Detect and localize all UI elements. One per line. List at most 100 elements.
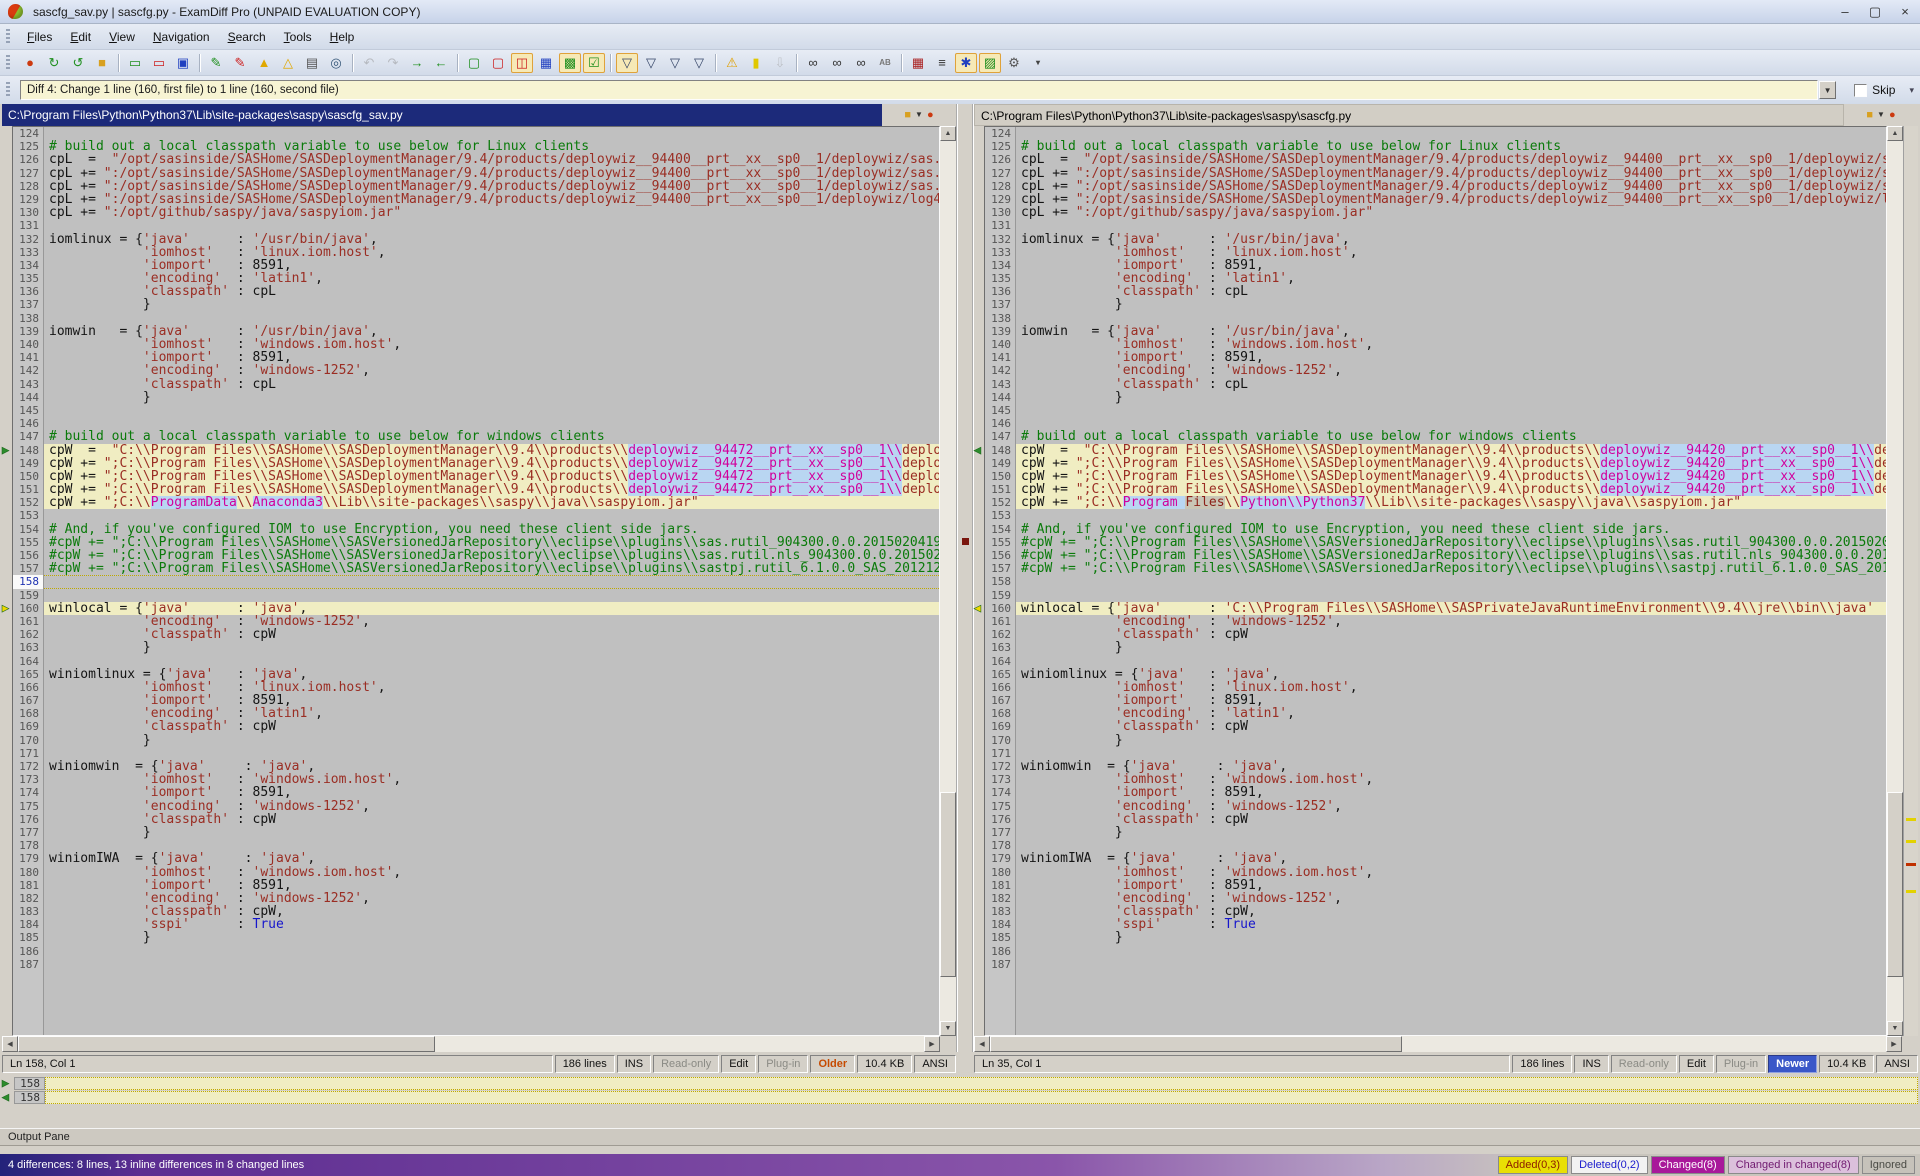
next-bookmark-icon[interactable]: △ <box>277 53 299 73</box>
code-text[interactable]: 'classpath' : cpW <box>44 813 939 826</box>
code-text[interactable]: 'classpath' : cpW, <box>44 905 939 918</box>
filter-changed-icon[interactable]: ▽ <box>688 53 710 73</box>
menu-search[interactable]: Search <box>219 26 275 48</box>
code-text[interactable]: 'iomhost' : 'windows.iom.host', <box>44 338 939 351</box>
scroll-down-icon[interactable]: ▼ <box>1887 1021 1903 1036</box>
code-text[interactable]: 'classpath' : cpW <box>44 720 939 733</box>
code-text[interactable]: # And, if you've configured IOM to use E… <box>44 523 939 536</box>
diff-map-tick[interactable] <box>1906 863 1916 866</box>
layout-second-icon[interactable]: ▢ <box>487 53 509 73</box>
code-text[interactable]: #cpW += ";C:\\Program Files\\SASHome\\SA… <box>44 536 939 549</box>
code-text[interactable]: 'encoding' : 'latin1', <box>1016 272 1886 285</box>
print-icon[interactable]: ▤ <box>301 53 323 73</box>
layout-first-icon[interactable]: ▢ <box>463 53 485 73</box>
code-text[interactable]: 'iomhost' : 'windows.iom.host', <box>1016 866 1886 879</box>
code-text[interactable] <box>1016 404 1886 417</box>
scroll-left-icon[interactable]: ◀ <box>2 1036 18 1052</box>
copy-block-right-icon[interactable]: → <box>406 53 428 73</box>
code-text[interactable]: 'iomport' : 8591, <box>44 694 939 707</box>
open-icon[interactable]: ■ <box>91 53 113 73</box>
code-text[interactable]: 'classpath' : cpL <box>44 285 939 298</box>
warning-icon[interactable]: ⚠ <box>721 53 743 73</box>
code-text[interactable]: 'iomport' : 8591, <box>44 259 939 272</box>
code-text[interactable]: 'encoding' : 'latin1', <box>44 707 939 720</box>
code-text[interactable] <box>44 417 939 430</box>
code-text[interactable] <box>1016 839 1886 852</box>
code-text[interactable]: 'classpath' : cpL <box>1016 285 1886 298</box>
code-text[interactable]: 'classpath' : cpL <box>44 378 939 391</box>
diff-map-tick[interactable] <box>1906 840 1916 843</box>
maximize-button[interactable]: ▢ <box>1860 0 1890 23</box>
code-text[interactable]: } <box>44 298 939 311</box>
code-text[interactable] <box>1016 509 1886 522</box>
code-text[interactable] <box>1016 589 1886 602</box>
undo-icon[interactable]: ↶ <box>358 53 380 73</box>
code-text[interactable]: } <box>1016 298 1886 311</box>
code-text[interactable] <box>44 404 939 417</box>
code-text[interactable]: 'encoding' : 'latin1', <box>44 272 939 285</box>
code-text[interactable]: #cpW += ";C:\\Program Files\\SASHome\\SA… <box>1016 536 1886 549</box>
filter-deleted-icon[interactable]: ▽ <box>664 53 686 73</box>
folder-icon[interactable]: ■ <box>904 110 911 121</box>
code-text[interactable]: 'iomhost' : 'windows.iom.host', <box>1016 338 1886 351</box>
code-text[interactable]: winlocal = {'java' : 'java', <box>44 602 939 615</box>
code-text[interactable]: #cpW += ";C:\\Program Files\\SASHome\\SA… <box>44 562 939 575</box>
options-icon[interactable]: ✱ <box>955 53 977 73</box>
find-binoculars-icon[interactable]: ∞ <box>802 53 824 73</box>
code-text[interactable]: 'classpath' : cpW <box>1016 813 1886 826</box>
code-text[interactable]: 'iomhost' : 'windows.iom.host', <box>1016 773 1886 786</box>
code-text[interactable]: 'iomport' : 8591, <box>44 351 939 364</box>
code-text[interactable] <box>44 219 939 232</box>
diff-overview-map[interactable] <box>1903 126 1918 1036</box>
code-text[interactable] <box>1016 127 1886 140</box>
code-text[interactable]: iomwin = {'java' : '/usr/bin/java', <box>44 325 939 338</box>
header-dropdown-icon[interactable]: ▼ <box>915 111 923 119</box>
code-text[interactable] <box>44 589 939 602</box>
code-text[interactable]: # build out a local classpath variable t… <box>1016 140 1886 153</box>
code-text[interactable]: winiomlinux = {'java' : 'java', <box>1016 668 1886 681</box>
code-text[interactable]: winiomwin = {'java' : 'java', <box>1016 760 1886 773</box>
code-text[interactable]: cpW = "C:\\Program Files\\SASHome\\SASDe… <box>44 444 939 457</box>
code-text[interactable]: cpW += ";C:\\Program Files\\SASHome\\SAS… <box>1016 457 1886 470</box>
diff-marker-icon[interactable]: ◀ <box>974 444 984 457</box>
code-text[interactable] <box>44 839 939 852</box>
toolbar-gripper[interactable] <box>6 82 10 98</box>
code-text[interactable]: 'classpath' : cpW <box>44 628 939 641</box>
code-text[interactable]: 'classpath' : cpW <box>1016 720 1886 733</box>
code-text[interactable]: 'iomport' : 8591, <box>44 786 939 799</box>
code-text[interactable]: iomlinux = {'java' : '/usr/bin/java', <box>1016 233 1886 246</box>
code-text[interactable]: cpL += ":/opt/sasinside/SASHome/SASDeplo… <box>1016 193 1886 206</box>
menu-view[interactable]: View <box>100 26 144 48</box>
code-text[interactable]: # build out a local classpath variable t… <box>44 140 939 153</box>
code-text[interactable]: winlocal = {'java' : 'C:\\Program Files\… <box>1016 602 1886 615</box>
grid-view-icon[interactable]: ▦ <box>535 53 557 73</box>
diff-map-tick[interactable] <box>1906 818 1916 821</box>
highlight-icon[interactable]: ▮ <box>745 53 767 73</box>
code-text[interactable]: 'classpath' : cpW, <box>1016 905 1886 918</box>
code-text[interactable]: } <box>44 641 939 654</box>
second-file-editor[interactable]: 124125# build out a local classpath vari… <box>984 126 1887 1036</box>
line-details-icon[interactable]: ≡ <box>931 53 953 73</box>
code-text[interactable]: 'iomport' : 8591, <box>1016 786 1886 799</box>
code-text[interactable] <box>44 575 939 588</box>
code-text[interactable]: cpL += ":/opt/sasinside/SASHome/SASDeplo… <box>1016 167 1886 180</box>
edit-second-icon[interactable]: ✎ <box>229 53 251 73</box>
code-text[interactable]: cpL += ":/opt/github/saspy/java/saspyiom… <box>44 206 939 219</box>
diff-marker-icon[interactable]: ▶ <box>2 444 12 457</box>
filter-all-icon[interactable]: ▽ <box>616 53 638 73</box>
toolbar-gripper[interactable] <box>6 29 10 45</box>
code-text[interactable]: 'iomhost' : 'windows.iom.host', <box>44 773 939 786</box>
menu-edit[interactable]: Edit <box>61 26 100 48</box>
code-text[interactable]: 'iomhost' : 'windows.iom.host', <box>44 866 939 879</box>
code-text[interactable]: 'iomport' : 8591, <box>44 879 939 892</box>
current-diff-marker-icon[interactable]: ◀ <box>974 602 984 615</box>
find-icon[interactable]: ◎ <box>325 53 347 73</box>
close-button[interactable]: × <box>1890 0 1920 23</box>
code-text[interactable]: cpL += ":/opt/sasinside/SASHome/SASDeplo… <box>44 167 939 180</box>
refresh-icon[interactable]: ↺ <box>67 53 89 73</box>
menu-help[interactable]: Help <box>321 26 364 48</box>
code-text[interactable]: 'iomhost' : 'linux.iom.host', <box>1016 681 1886 694</box>
copy-block-left-icon[interactable]: ← <box>430 53 452 73</box>
minimize-button[interactable]: – <box>1830 0 1860 23</box>
code-text[interactable]: #cpW += ";C:\\Program Files\\SASHome\\SA… <box>1016 549 1886 562</box>
